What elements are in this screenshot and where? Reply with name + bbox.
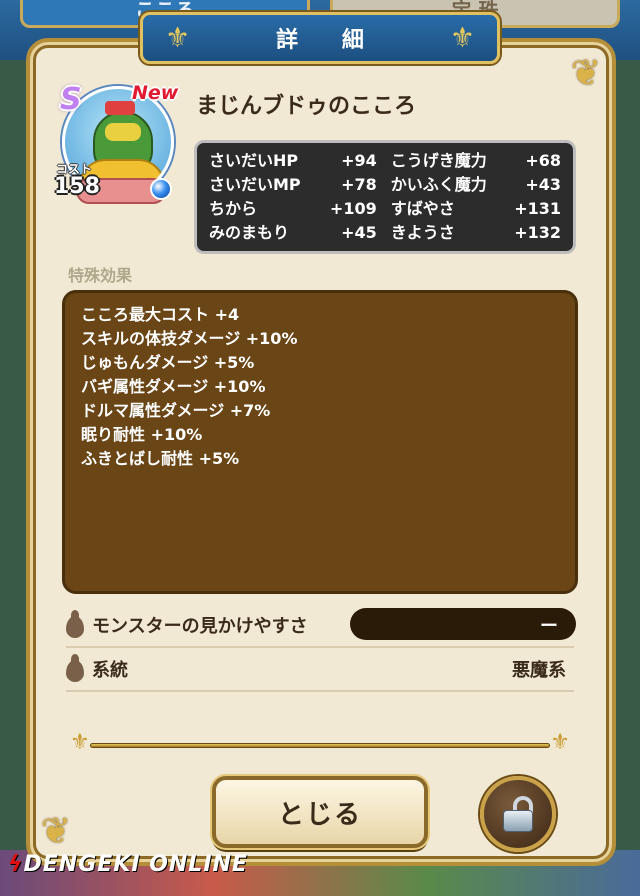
lock-toggle-button[interactable] — [480, 776, 556, 852]
stats-row: ちから +109 すばやさ +131 — [209, 197, 561, 221]
stat-label: みのまもり — [209, 223, 290, 242]
visibility-label: モンスターの見かけやすさ — [92, 616, 308, 637]
fleur-de-lis-icon: ⚜ — [165, 21, 191, 54]
rank-badge: S — [60, 82, 82, 117]
stat-value: +45 — [341, 223, 377, 242]
stats-row: さいだいHP +94 こうげき魔力 +68 — [209, 149, 561, 173]
stat-label: きようさ — [390, 223, 455, 242]
effect-item: じゅもんダメージ +5% — [81, 353, 255, 372]
dialog-title: 詳 細 — [276, 28, 382, 53]
corner-ornament-icon: ❦ — [570, 53, 602, 94]
unlocked-padlock-icon — [503, 796, 533, 832]
heart-name: まじんブドゥのこころ — [196, 94, 417, 119]
stat-value: +131 — [514, 199, 561, 218]
cost-value: 158 — [54, 174, 100, 199]
divider — [66, 690, 574, 692]
effect-item: スキルの体技ダメージ +10% — [81, 329, 298, 348]
stat-value: +94 — [341, 151, 377, 170]
close-button-label: とじる — [277, 799, 362, 830]
stat-value: +132 — [514, 223, 561, 242]
effect-item: 眠り耐性 +10% — [81, 425, 203, 444]
fleur-de-lis-icon: ⚜ — [449, 21, 475, 54]
drop-bullet-icon — [66, 654, 88, 682]
effect-item: バギ属性ダメージ +10% — [81, 377, 266, 396]
effect-item: こころ最大コスト +4 — [81, 305, 240, 324]
stat-label: さいだいMP — [209, 175, 301, 194]
stat-label: ちから — [209, 199, 258, 218]
stat-value: +43 — [525, 175, 561, 194]
visibility-value: ー — [540, 616, 558, 637]
dialog-title-banner: ⚜ 詳 細 ⚜ — [140, 12, 500, 64]
stat-label: こうげき魔力 — [390, 151, 487, 170]
effects-heading: 特殊効果 — [68, 266, 133, 285]
stats-panel: さいだいHP +94 こうげき魔力 +68 さいだいMP +78 かいふく魔力 … — [194, 140, 576, 254]
stat-label: かいふく魔力 — [390, 175, 487, 194]
ornamental-divider: ⚜ ⚜ — [70, 730, 570, 756]
lineage-label: 系統 — [92, 660, 128, 681]
heart-icon-card: S New コスト 158 — [54, 82, 186, 210]
stat-value: +78 — [341, 175, 377, 194]
close-button[interactable]: とじる — [212, 776, 428, 848]
divider — [66, 646, 574, 648]
stats-row: みのまもり +45 きようさ +132 — [209, 221, 561, 245]
ornament-end-icon: ⚜ — [70, 730, 90, 755]
lineage-value: 悪魔系 — [512, 660, 566, 681]
new-badge: New — [132, 82, 179, 104]
watermark: ϟDENGEKI ONLINE — [8, 852, 248, 877]
effect-item: ドルマ属性ダメージ +7% — [81, 401, 271, 420]
stat-value: +68 — [525, 151, 561, 170]
drop-bullet-icon — [66, 610, 88, 638]
stat-label: すばやさ — [390, 199, 455, 218]
blue-orb-icon — [150, 178, 172, 200]
ornament-end-icon: ⚜ — [550, 730, 570, 755]
stat-label: さいだいHP — [209, 151, 299, 170]
stat-value: +109 — [329, 199, 377, 218]
visibility-value-bar: ー — [350, 608, 576, 640]
corner-ornament-icon: ❦ — [40, 811, 72, 852]
effect-item: ふきとばし耐性 +5% — [81, 449, 240, 468]
stats-row: さいだいMP +78 かいふく魔力 +43 — [209, 173, 561, 197]
effects-list[interactable]: こころ最大コスト +4 スキルの体技ダメージ +10% じゅもんダメージ +5%… — [62, 290, 578, 594]
